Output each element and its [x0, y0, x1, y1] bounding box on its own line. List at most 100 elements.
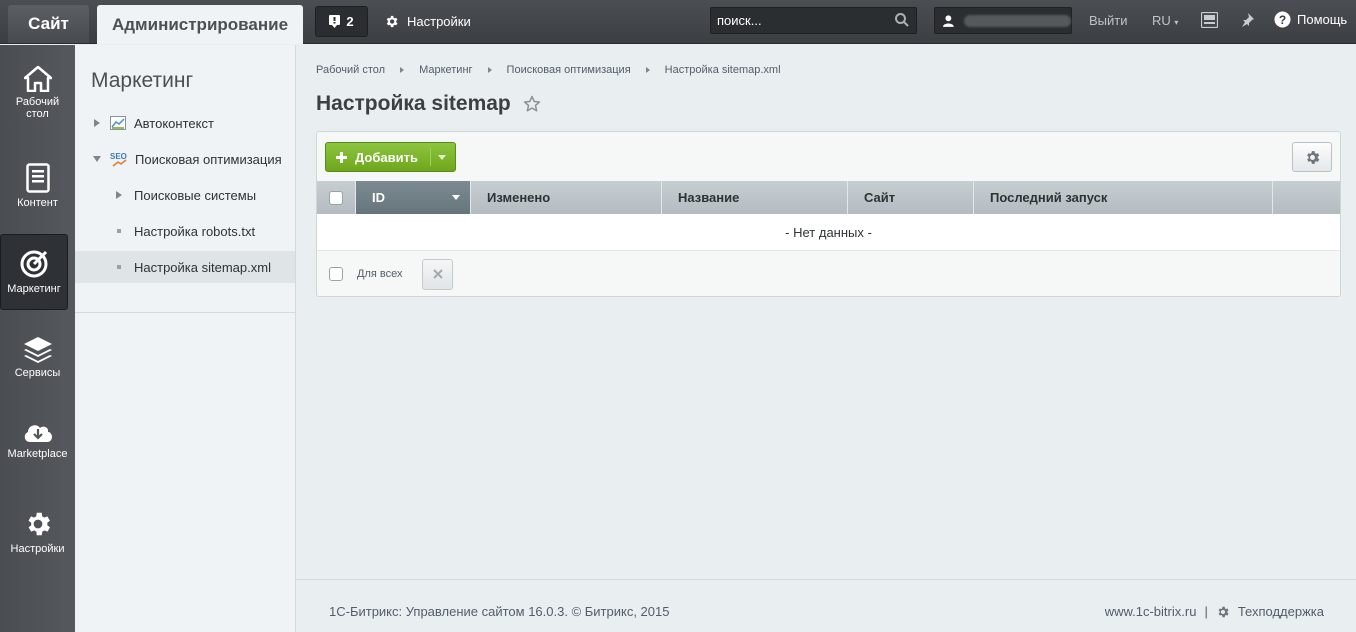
gear-icon [1218, 606, 1229, 617]
chevron-down-icon[interactable] [438, 155, 446, 160]
site-tab[interactable]: Сайт [8, 5, 89, 43]
bullet-icon [117, 229, 121, 233]
search-icon[interactable] [894, 12, 910, 28]
main-sidebar: Рабочий стол Контент Маркетинг Сервисы M… [0, 45, 75, 632]
footer-separator: | [1204, 604, 1208, 619]
logout-link[interactable]: Выйти [1089, 13, 1128, 28]
grid-settings-button[interactable] [1292, 142, 1332, 172]
layers-icon [23, 337, 52, 363]
seo-icon: SEO [110, 152, 127, 167]
sidebar-item-label: Настройки [10, 543, 65, 555]
grid-actions-row: Для всех [329, 258, 454, 290]
column-header-label: Сайт [864, 190, 896, 205]
user-name-blurred [963, 14, 1071, 27]
notifications-button[interactable]: 2 [315, 6, 368, 37]
page-title: Настройка sitemap [316, 92, 541, 116]
add-button-label: Добавить [355, 149, 418, 165]
help-button[interactable]: ? Помощь [1274, 11, 1347, 28]
column-header-modified[interactable]: Изменено [471, 181, 662, 214]
empty-message: - Нет данных - [785, 224, 872, 240]
expand-arrow-icon[interactable] [116, 191, 122, 199]
add-button[interactable]: Добавить [325, 142, 456, 172]
menu-item-search-engines[interactable]: Поисковые системы [75, 179, 295, 211]
sidebar-item-desktop[interactable]: Рабочий стол [0, 55, 75, 131]
notification-icon [329, 15, 341, 28]
admin-tab[interactable]: Администрирование [97, 5, 303, 44]
top-settings-button[interactable]: Настройки [384, 10, 471, 32]
sidebar-item-settings[interactable]: Настройки [0, 494, 75, 570]
page-footer: 1С-Битрикс: Управление сайтом 16.0.3. © … [296, 579, 1356, 632]
column-header-label: Изменено [487, 190, 551, 205]
breadcrumb-item[interactable]: Рабочий стол [316, 64, 385, 76]
grid-panel: Добавить ID Изменено Название Сайт После… [316, 131, 1341, 297]
sidebar-item-label: Сервисы [14, 367, 61, 379]
language-label: RU [1152, 13, 1171, 28]
user-menu[interactable] [934, 7, 1072, 34]
footer-links: www.1c-bitrix.ru | Техподдержка [1105, 604, 1324, 619]
menu-item-label: Поисковая оптимизация [135, 151, 282, 167]
header-select-all [317, 181, 356, 214]
gear-icon [386, 15, 398, 27]
sidebar-item-marketplace[interactable]: Marketplace [0, 402, 75, 478]
table-header: ID Изменено Название Сайт Последний запу… [317, 181, 1340, 214]
select-all-checkbox[interactable] [329, 190, 343, 205]
breadcrumb-separator-icon [487, 67, 492, 73]
help-icon: ? [1274, 11, 1291, 28]
menu-item-label: Настройка sitemap.xml [134, 259, 271, 275]
sidebar-item-label: Marketplace [7, 448, 68, 460]
top-bar: Сайт Администрирование 2 Настройки поиск… [0, 0, 1356, 44]
split-divider [430, 148, 431, 166]
column-header-name[interactable]: Название [662, 181, 848, 214]
column-header-label: Название [678, 190, 740, 205]
menu-item-sitemap[interactable]: Настройка sitemap.xml [75, 251, 295, 283]
column-header-label: Последний запуск [990, 190, 1108, 205]
copyright-text: 1С-Битрикс: Управление сайтом 16.0.3. © … [329, 604, 670, 619]
pin-icon[interactable] [1239, 12, 1255, 28]
menu-item-seo[interactable]: SEO Поисковая оптимизация [75, 143, 295, 175]
plus-icon [336, 151, 347, 163]
breadcrumb-separator-icon [645, 67, 650, 73]
expand-arrow-icon[interactable] [94, 119, 100, 127]
star-icon[interactable] [523, 95, 541, 113]
delete-button[interactable] [422, 258, 454, 290]
column-header-last-run[interactable]: Последний запуск [974, 181, 1273, 214]
empty-table-row: - Нет данных - [317, 214, 1340, 251]
section-title: Маркетинг [91, 69, 194, 92]
sidebar-item-content[interactable]: Контент [0, 148, 75, 224]
chart-icon [110, 116, 126, 130]
sidebar-item-services[interactable]: Сервисы [0, 319, 75, 395]
column-header-id[interactable]: ID [356, 181, 471, 214]
for-all-checkbox[interactable] [329, 267, 343, 281]
divider [75, 312, 295, 313]
column-header-site[interactable]: Сайт [848, 181, 974, 214]
menu-item-label: Автоконтекст [134, 115, 214, 131]
column-header-empty [1273, 181, 1340, 214]
help-label: Помощь [1297, 12, 1348, 27]
breadcrumb-item[interactable]: Настройка sitemap.xml [665, 64, 781, 76]
svg-text:?: ? [1279, 13, 1286, 27]
bullet-icon [117, 265, 121, 269]
menu-item-label: Поисковые системы [134, 187, 257, 203]
collapse-arrow-icon[interactable] [93, 156, 101, 162]
bitrix-site-link[interactable]: www.1c-bitrix.ru [1105, 604, 1197, 619]
keyboard-icon[interactable] [1201, 12, 1218, 28]
settings-label: Настройки [407, 13, 471, 29]
sidebar-item-marketing[interactable]: Маркетинг [0, 234, 68, 310]
search-input[interactable]: поиск... [710, 7, 917, 34]
search-placeholder: поиск... [717, 13, 762, 28]
sidebar-item-label: Маркетинг [7, 283, 61, 295]
support-link[interactable]: Техподдержка [1238, 604, 1324, 619]
column-header-label: ID [372, 190, 385, 205]
page-title-text: Настройка sitemap [316, 92, 511, 115]
breadcrumb-item[interactable]: Маркетинг [419, 64, 472, 76]
breadcrumb-separator-icon [400, 67, 405, 73]
breadcrumb-item[interactable]: Поисковая оптимизация [507, 64, 631, 76]
breadcrumb: Рабочий стол Маркетинг Поисковая оптимиз… [316, 64, 781, 76]
home-icon [23, 66, 52, 92]
gear-icon [28, 512, 50, 536]
menu-item-robots[interactable]: Настройка robots.txt [75, 215, 295, 247]
svg-text:SEO: SEO [110, 152, 127, 161]
sort-down-icon [452, 195, 460, 200]
menu-item-autocontext[interactable]: Автоконтекст [75, 107, 295, 139]
language-selector[interactable]: RU ▾ [1152, 13, 1178, 28]
